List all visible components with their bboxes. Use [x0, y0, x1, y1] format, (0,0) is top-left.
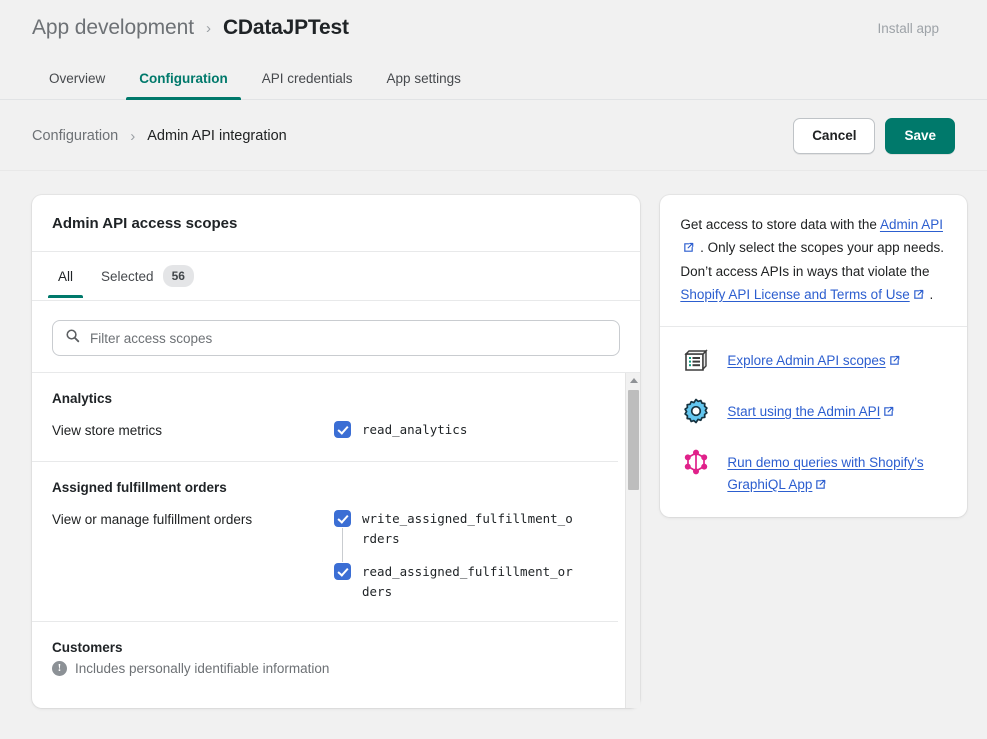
group-title: Assigned fulfillment orders [52, 480, 598, 495]
checkbox-read-assigned-fulfillment-orders[interactable] [334, 563, 351, 580]
scope-group-customers: Customers ! Includes personally identifi… [32, 622, 618, 708]
intro-part3: . [926, 287, 934, 302]
pii-note-label: Includes personally identifiable informa… [75, 661, 329, 676]
link-explore-admin-api-scopes[interactable]: Explore Admin API scopes [727, 353, 885, 368]
resource-item-graphiql-demo[interactable]: Run demo queries with Shopify’s GraphiQL… [680, 449, 947, 495]
content-area: Admin API access scopes All Selected 56 [0, 171, 987, 708]
external-link-icon-5 [815, 479, 826, 490]
external-link-icon-4 [883, 406, 894, 417]
breadcrumb-configuration[interactable]: Configuration [32, 128, 118, 144]
exclamation-circle-icon: ! [52, 661, 67, 676]
sub-header: Configuration › Admin API integration Ca… [0, 100, 987, 171]
checkbox-write-assigned-fulfillment-orders[interactable] [334, 510, 351, 527]
tab-app-settings[interactable]: App settings [370, 61, 478, 99]
chevron-right-icon-2: › [130, 129, 135, 144]
tab-selected-label: Selected [101, 269, 154, 284]
app-page: App development › CDataJPTest Install ap… [0, 0, 987, 739]
install-app-button[interactable]: Install app [861, 12, 955, 45]
scopes-scroll-area: Analytics View store metrics read_analyt… [32, 372, 640, 708]
header-actions: Cancel Save [793, 118, 955, 154]
scope-name: write_assigned_fulfillment_orders [362, 509, 574, 548]
search-input[interactable] [90, 331, 607, 346]
chevron-right-icon: › [206, 21, 211, 36]
access-scopes-card: Admin API access scopes All Selected 56 [32, 195, 640, 708]
scope-name: read_analytics [362, 420, 467, 439]
info-panel-resources: Explore Admin API scopes Start using the… [660, 327, 967, 517]
scope-group-analytics: Analytics View store metrics read_analyt… [32, 373, 618, 462]
external-link-icon-3 [889, 355, 900, 366]
scope-filter-tabs: All Selected 56 [32, 252, 640, 301]
link-shopify-api-license[interactable]: Shopify API License and Terms of Use [680, 287, 909, 302]
intro-part1: Get access to store data with the [680, 217, 880, 232]
tab-selected[interactable]: Selected 56 [91, 252, 204, 300]
scrollbar-thumb[interactable] [628, 390, 639, 490]
pii-note: ! Includes personally identifiable infor… [52, 661, 598, 676]
checkbox-read-analytics[interactable] [334, 421, 351, 438]
tab-api-credentials[interactable]: API credentials [245, 61, 370, 99]
graphiql-molecule-icon [680, 446, 712, 478]
tab-overview[interactable]: Overview [32, 61, 122, 99]
info-panel-text: Get access to store data with the Admin … [680, 213, 947, 306]
scope-item: read_assigned_fulfillment_orders [334, 562, 598, 601]
scope-checkbox-group: write_assigned_fulfillment_orders read_a… [334, 509, 598, 601]
gear-icon [680, 395, 712, 427]
tab-all[interactable]: All [48, 256, 83, 297]
scope-name: read_assigned_fulfillment_orders [362, 562, 574, 601]
resource-item-explore-scopes[interactable]: Explore Admin API scopes [680, 347, 947, 376]
link-admin-api[interactable]: Admin API [880, 217, 943, 232]
resource-link-wrapper: Start using the Admin API [727, 398, 896, 423]
search-icon [65, 328, 80, 348]
tab-all-label: All [58, 269, 73, 284]
top-header: App development › CDataJPTest Install ap… [0, 0, 987, 45]
scope-description: View or manage fulfillment orders [52, 509, 334, 530]
card-title: Admin API access scopes [32, 195, 640, 252]
group-title: Analytics [52, 391, 598, 406]
resource-link-wrapper: Run demo queries with Shopify’s GraphiQL… [727, 449, 947, 495]
document-scopes-icon [680, 344, 712, 376]
breadcrumb-top: App development › CDataJPTest [32, 12, 349, 40]
scopes-list: Analytics View store metrics read_analyt… [32, 373, 640, 708]
link-start-using-admin-api[interactable]: Start using the Admin API [727, 404, 880, 419]
scope-description: View store metrics [52, 420, 334, 441]
tab-configuration[interactable]: Configuration [122, 61, 244, 99]
scrollbar[interactable] [625, 373, 640, 708]
intro-part2: . Only select the scopes your app needs.… [680, 240, 944, 278]
scope-group-assigned-fulfillment-orders: Assigned fulfillment orders View or mana… [32, 462, 618, 622]
search-section [32, 301, 640, 372]
save-button[interactable]: Save [885, 118, 955, 154]
breadcrumb-app-development[interactable]: App development [32, 16, 194, 40]
scope-row: View or manage fulfillment orders write_… [52, 509, 598, 601]
scrollbar-up-arrow[interactable] [626, 373, 640, 388]
resource-item-start-using-api[interactable]: Start using the Admin API [680, 398, 947, 427]
resource-link-wrapper: Explore Admin API scopes [727, 347, 901, 372]
breadcrumb-secondary: Configuration › Admin API integration [32, 128, 287, 144]
info-panel-intro: Get access to store data with the Admin … [660, 195, 967, 327]
scope-checkbox-group: read_analytics [334, 420, 598, 439]
main-tabs: Overview Configuration API credentials A… [0, 61, 987, 100]
cancel-button[interactable]: Cancel [793, 118, 875, 154]
scope-item: write_assigned_fulfillment_orders [334, 509, 598, 548]
scope-item: read_analytics [334, 420, 598, 439]
page-title: CDataJPTest [223, 16, 349, 40]
scope-connector-line [342, 528, 343, 562]
external-link-icon-2 [913, 289, 924, 300]
info-panel: Get access to store data with the Admin … [660, 195, 967, 517]
external-link-icon [683, 242, 694, 253]
selected-count-badge: 56 [163, 265, 194, 287]
group-title: Customers [52, 640, 598, 655]
scope-row: View store metrics read_analytics [52, 420, 598, 441]
breadcrumb-admin-api-integration: Admin API integration [147, 128, 286, 144]
search-box[interactable] [52, 320, 620, 356]
